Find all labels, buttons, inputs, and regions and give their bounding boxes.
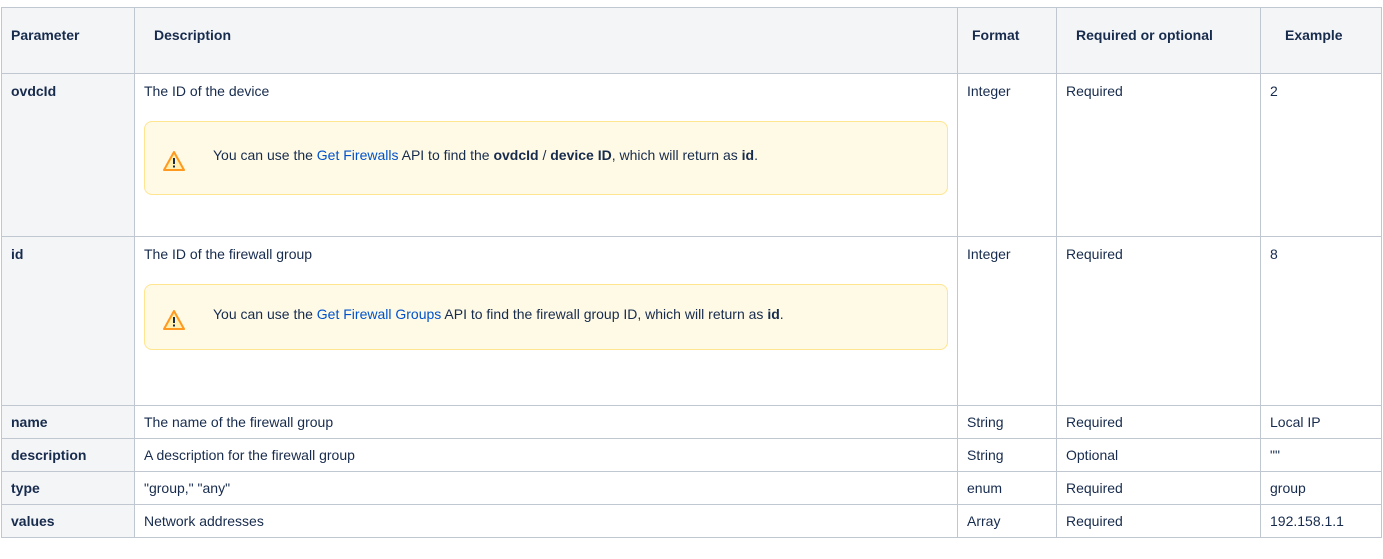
param-required: Required (1056, 236, 1261, 406)
table-row: type "group," "any" enum Required group (1, 471, 1382, 505)
param-example: Local IP (1260, 405, 1382, 439)
param-format: String (957, 405, 1057, 439)
note-text-mid: API to find the firewall group ID, which… (441, 306, 768, 322)
get-firewalls-link[interactable]: Get Firewalls (317, 147, 399, 163)
param-format: String (957, 438, 1057, 472)
note-text-mid: , which will return as (611, 147, 742, 163)
note-text-suffix: . (754, 147, 758, 163)
param-example: group (1260, 471, 1382, 505)
note-text-suffix: . (779, 306, 784, 322)
param-format: Integer (957, 236, 1057, 406)
note-text-prefix: You can use the (213, 147, 317, 163)
param-format: Array (957, 504, 1057, 538)
param-description: The ID of the device You can use the Get… (134, 73, 958, 237)
warning-note: You can use the Get Firewalls API to fin… (144, 121, 948, 195)
description-text: The ID of the device (144, 83, 270, 99)
table-header-row: Parameter Description Format Required or… (1, 7, 1382, 74)
param-description: "group," "any" (134, 471, 958, 505)
note-text-mid: API to find the (398, 147, 494, 163)
table-row: name The name of the firewall group Stri… (1, 405, 1382, 439)
param-description: Network addresses (134, 504, 958, 538)
param-name: type (1, 471, 135, 505)
header-parameter: Parameter (1, 7, 135, 74)
param-required: Required (1056, 504, 1261, 538)
header-example: Example (1260, 7, 1382, 74)
param-name: name (1, 405, 135, 439)
note-text-mid: / (538, 147, 551, 163)
param-format: enum (957, 471, 1057, 505)
param-required: Required (1056, 471, 1261, 505)
param-example: 192.158.1.1 (1260, 504, 1382, 538)
param-example: 2 (1260, 73, 1382, 237)
note-text: You can use the Get Firewalls API to fin… (213, 146, 931, 164)
get-firewall-groups-link[interactable]: Get Firewall Groups (317, 306, 441, 322)
param-example: "" (1260, 438, 1382, 472)
note-text: You can use the Get Firewall Groups API … (213, 305, 793, 323)
param-name: values (1, 504, 135, 538)
warning-note: You can use the Get Firewall Groups API … (144, 284, 948, 350)
table-row: id The ID of the firewall group You can … (1, 236, 1382, 406)
param-required: Optional (1056, 438, 1261, 472)
param-description: The ID of the firewall group You can use… (134, 236, 958, 406)
param-example: 8 (1260, 236, 1382, 406)
warning-icon (163, 151, 185, 171)
parameters-table: Parameter Description Format Required or… (1, 7, 1382, 538)
note-text-prefix: You can use the (213, 306, 317, 322)
header-required: Required or optional (1056, 7, 1261, 74)
table-row: description A description for the firewa… (1, 438, 1382, 472)
note-bold-ovdcid: ovdcId (493, 147, 539, 163)
param-description: The name of the firewall group (134, 405, 958, 439)
param-required: Required (1056, 73, 1261, 237)
param-required: Required (1056, 405, 1261, 439)
param-name: id (1, 236, 135, 406)
header-format: Format (957, 7, 1057, 74)
param-name: ovdcId (1, 73, 135, 237)
description-text: The ID of the firewall group (144, 246, 313, 262)
param-format: Integer (957, 73, 1057, 237)
note-bold-device-id: device ID (550, 147, 612, 163)
table-row: values Network addresses Array Required … (1, 504, 1382, 538)
warning-icon (163, 310, 185, 330)
header-description: Description (134, 7, 958, 74)
param-name: description (1, 438, 135, 472)
param-description: A description for the firewall group (134, 438, 958, 472)
note-bold-id: id (767, 306, 780, 322)
note-bold-id: id (741, 147, 755, 163)
table-row: ovdcId The ID of the device You can use … (1, 73, 1382, 237)
